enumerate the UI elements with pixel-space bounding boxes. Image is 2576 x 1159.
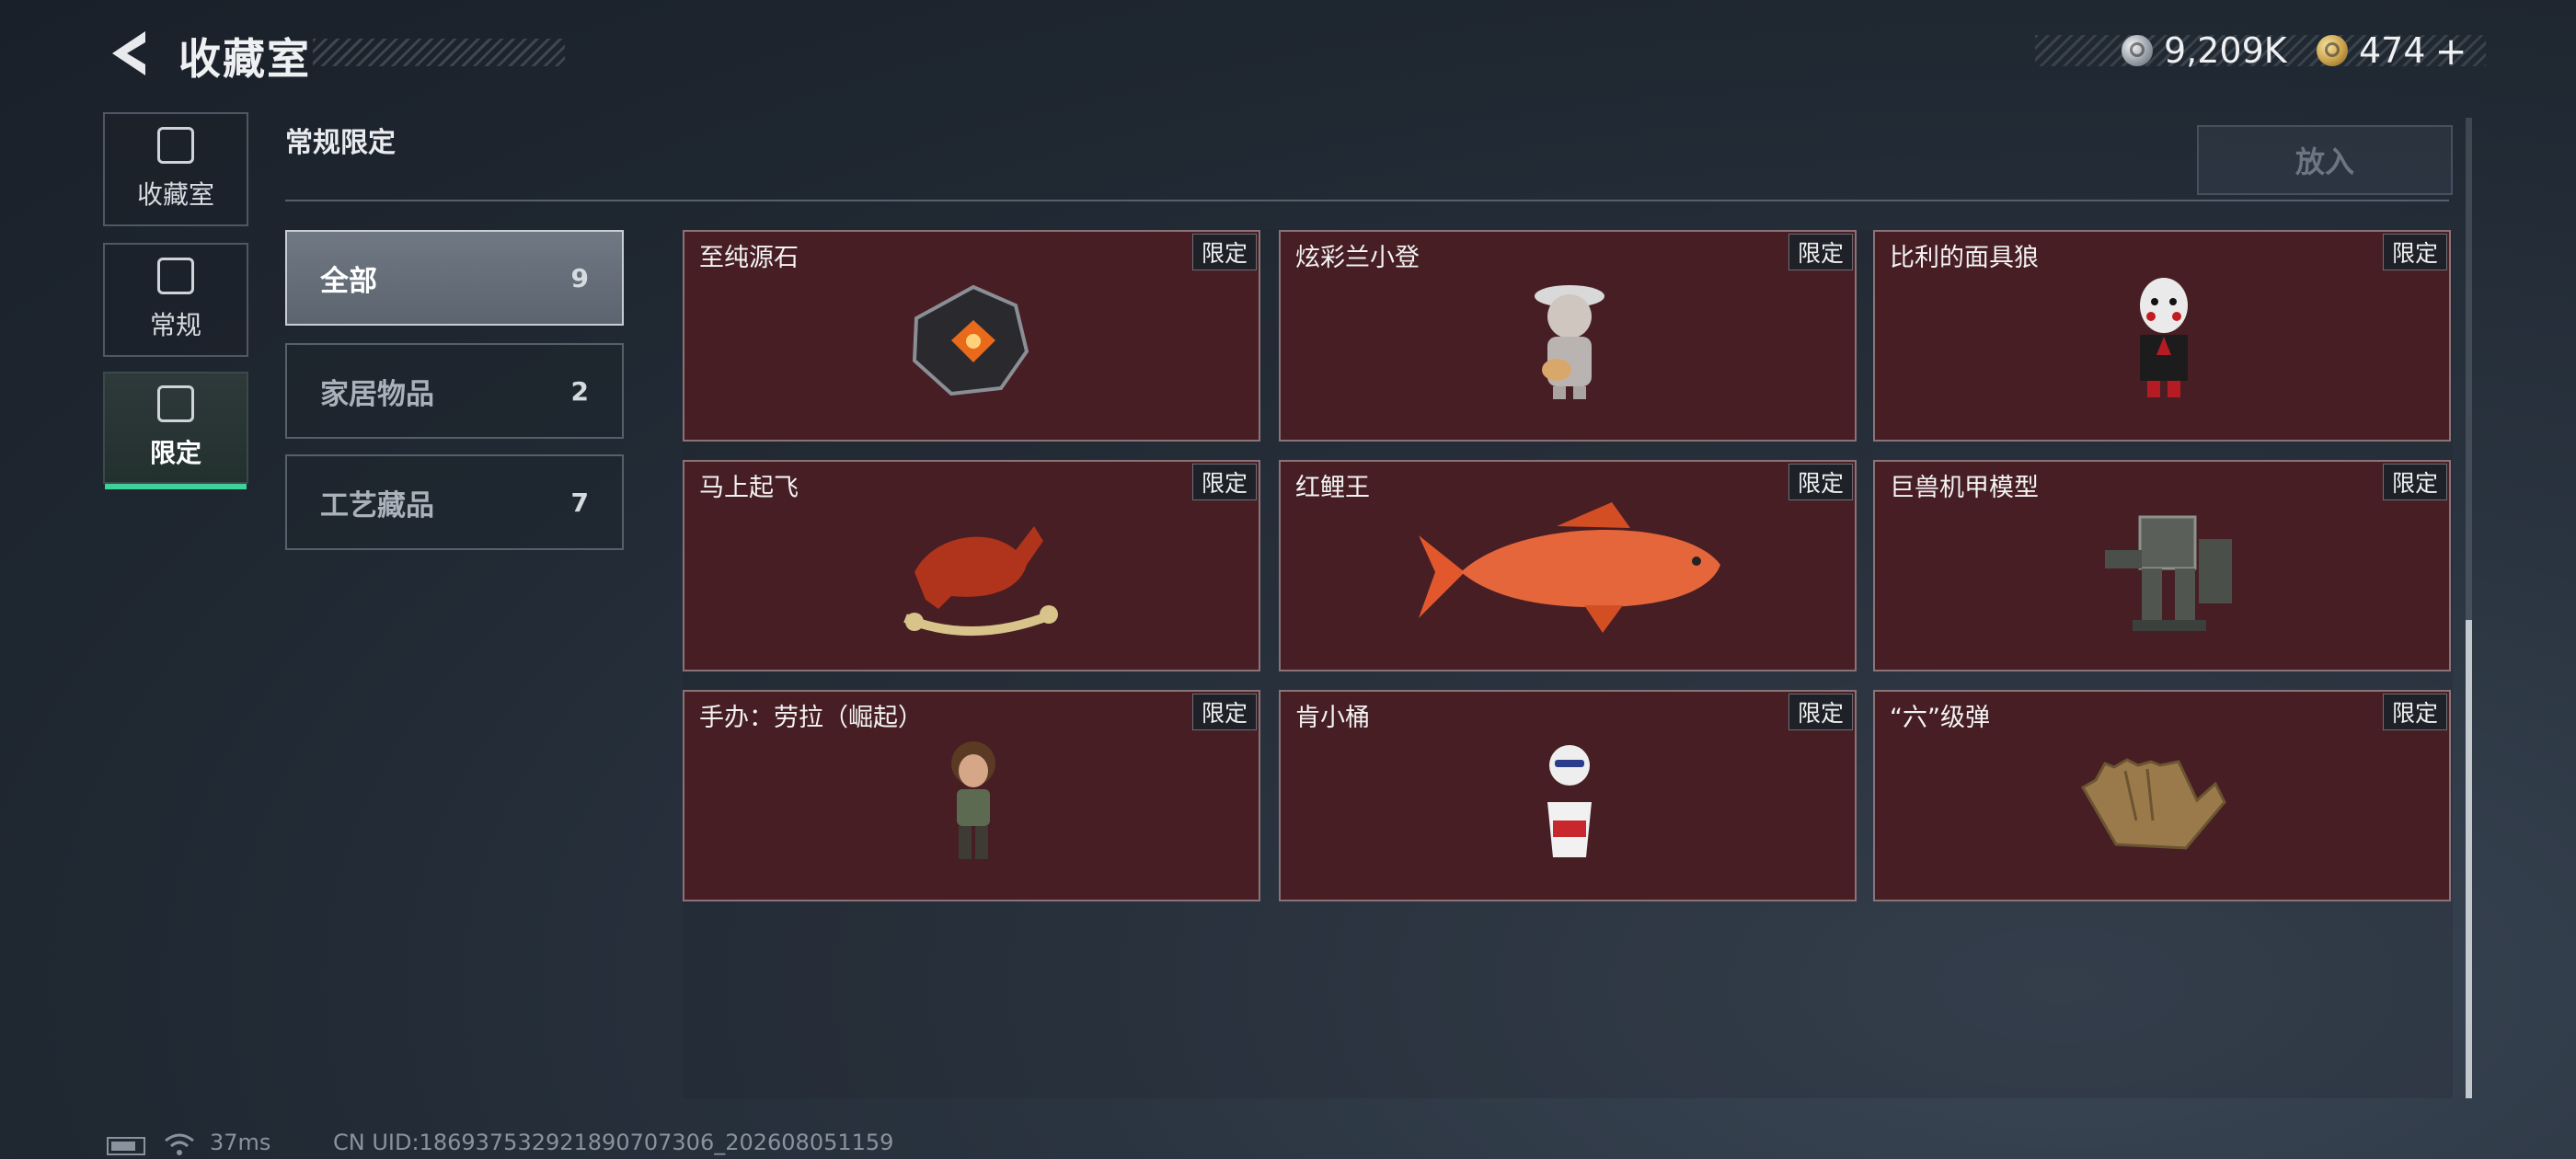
nav-limited[interactable]: 限定 [103, 372, 248, 489]
section-title: 常规限定 [285, 127, 396, 159]
silver-coin-icon [2122, 35, 2153, 66]
limited-badge: 限定 [2383, 234, 2447, 270]
item-card[interactable]: 手办：劳拉（崛起） 限定 [683, 690, 1260, 901]
nav-label: 收藏室 [136, 179, 214, 210]
nav-collection-room[interactable]: 收藏室 [103, 112, 248, 226]
limited-badge: 限定 [1192, 234, 1257, 270]
item-card[interactable]: 炫彩兰小登 限定 [1279, 230, 1857, 442]
limited-badge: 限定 [2383, 464, 2447, 500]
limited-badge: 限定 [1192, 464, 1257, 500]
uid-text: CN UID:1869375329218907073​06_2026080511… [333, 1130, 894, 1155]
filter-count: 2 [570, 375, 589, 407]
limited-badge: 限定 [2383, 694, 2447, 730]
battery-icon [107, 1137, 145, 1155]
title-decoration [313, 39, 565, 66]
add-currency-button[interactable]: + [2435, 29, 2467, 74]
collection-room-icon [157, 127, 194, 164]
gold-currency: 474 + [2317, 28, 2467, 74]
item-name: 手办：劳拉（崛起） [699, 704, 923, 732]
nav-regular[interactable]: 常规 [103, 243, 248, 357]
item-card[interactable]: 比利的面具狼 限定 [1873, 230, 2451, 442]
item-card[interactable]: 至纯源石 限定 [683, 230, 1260, 442]
nav-label: 常规 [149, 310, 201, 340]
ping-text: 37ms [210, 1130, 271, 1155]
nav-label: 限定 [149, 438, 201, 468]
filter-count: 7 [570, 487, 589, 518]
item-name: 巨兽机甲模型 [1890, 474, 2039, 502]
page-title: 收藏室 [178, 34, 311, 84]
scrollbar-thumb[interactable] [2466, 620, 2472, 1098]
back-arrow-icon[interactable] [103, 28, 151, 79]
item-name: 红鲤王 [1295, 474, 1370, 502]
item-card[interactable]: 巨兽机甲模型 限定 [1873, 460, 2451, 671]
item-name: 至纯源石 [699, 244, 799, 272]
filter-label: 全部 [320, 264, 377, 298]
limited-badge: 限定 [1788, 234, 1853, 270]
gold-coin-icon [2317, 35, 2348, 66]
silver-amount: 9,209K [2164, 30, 2287, 71]
filter-home-items[interactable]: 家居物品 2 [285, 343, 624, 439]
regular-icon [157, 258, 194, 294]
item-card[interactable]: 肯小桶 限定 [1279, 690, 1857, 901]
item-name: 炫彩兰小登 [1295, 244, 1420, 272]
limited-icon [157, 385, 194, 422]
filter-count: 9 [570, 262, 589, 293]
gold-amount: 474 [2359, 30, 2426, 71]
filter-label: 工艺藏品 [320, 488, 434, 522]
filter-label: 家居物品 [320, 377, 434, 411]
wifi-icon [165, 1133, 194, 1155]
item-name: 比利的面具狼 [1890, 244, 2039, 272]
filter-all[interactable]: 全部 9 [285, 230, 624, 326]
item-name: 肯小桶 [1295, 704, 1370, 732]
item-name: “六”级弹 [1890, 704, 1990, 732]
limited-badge: 限定 [1788, 694, 1853, 730]
item-card[interactable]: “六”级弹 限定 [1873, 690, 2451, 901]
limited-badge: 限定 [1192, 694, 1257, 730]
limited-badge: 限定 [1788, 464, 1853, 500]
item-card[interactable]: 红鲤王 限定 [1279, 460, 1857, 671]
divider [285, 200, 2449, 201]
item-card[interactable]: 马上起飞 限定 [683, 460, 1260, 671]
filter-crafts[interactable]: 工艺藏品 7 [285, 454, 624, 550]
item-name: 马上起飞 [699, 474, 799, 502]
silver-currency: 9,209K [2122, 28, 2287, 74]
put-in-button[interactable]: 放入 [2197, 125, 2453, 195]
